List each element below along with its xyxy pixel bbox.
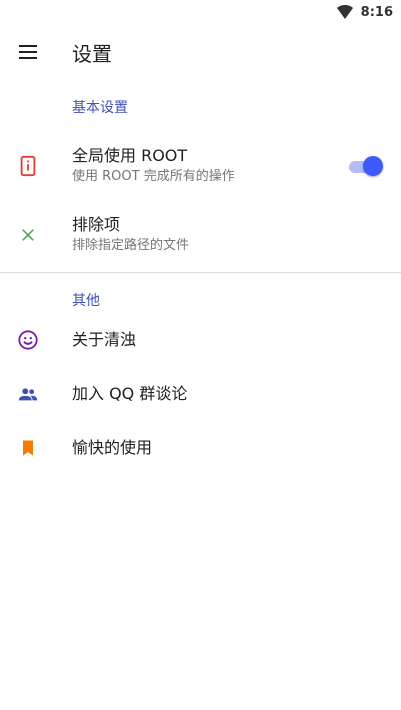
setting-global-root-sublabel: 使用 ROOT 完成所有的操作 [72,169,235,184]
setting-exclusions-sublabel: 排除指定路径的文件 [72,238,190,253]
phone-info-icon [16,154,40,178]
setting-join-qq-label: 加入 QQ 群谈论 [72,384,188,403]
close-x-icon [16,223,40,247]
setting-about[interactable]: 关于清浊 [0,313,401,367]
smiley-face-icon [16,328,40,352]
setting-exclusions[interactable]: 排除项 排除指定路径的文件 [0,202,401,268]
status-bar: 8:16 [0,0,401,24]
setting-about-label: 关于清浊 [72,330,137,349]
setting-exclusions-label: 排除项 [72,215,121,234]
section-title-other: 其他 [0,273,401,309]
setting-enjoy-label: 愉快的使用 [72,438,153,457]
app-bar: 设置 [0,24,401,80]
setting-global-root[interactable]: 全局使用 ROOT 使用 ROOT 完成所有的操作 [0,130,401,202]
setting-enjoy[interactable]: 愉快的使用 [0,421,401,475]
menu-button[interactable] [0,24,56,80]
switch-thumb [363,156,383,176]
wifi-icon [336,5,353,19]
bookmark-icon [16,436,40,460]
hamburger-menu-icon [19,45,37,59]
section-title-basic-label: 基本设置 [72,100,128,116]
global-root-switch[interactable] [347,156,383,176]
setting-join-qq[interactable]: 加入 QQ 群谈论 [0,367,401,421]
section-title-other-label: 其他 [72,293,100,309]
section-title-basic: 基本设置 [0,80,401,116]
people-group-icon [16,382,40,406]
page-title: 设置 [72,41,112,66]
setting-global-root-label: 全局使用 ROOT [72,146,188,165]
status-time: 8:16 [360,4,393,20]
